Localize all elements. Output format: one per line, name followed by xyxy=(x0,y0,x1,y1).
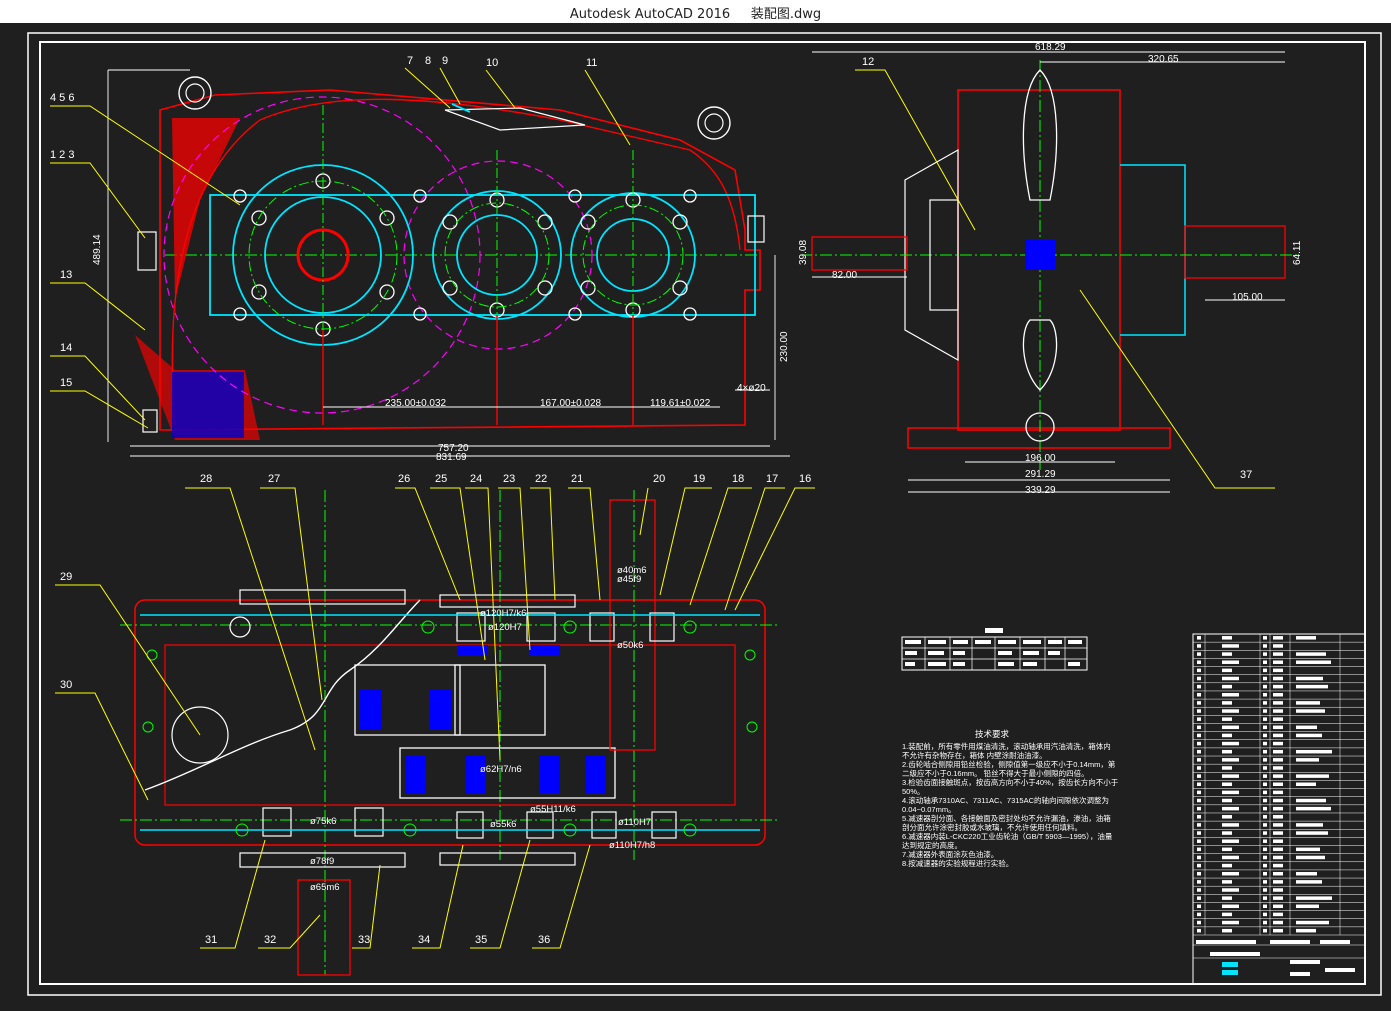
dim-base1: 196.00 xyxy=(1025,453,1056,464)
tech-req-line: 8.按减速器的实验规程进行实验。 xyxy=(902,858,1013,868)
dim-height: 489.14 xyxy=(92,234,103,265)
tech-req-line: 达到规定的高度。 xyxy=(902,840,962,850)
part-label-1-2-3: 1 2 3 xyxy=(50,149,74,161)
fit-11: ø110H7/h8 xyxy=(609,840,655,851)
part-label-30: 30 xyxy=(60,679,72,691)
fit-8: ø75k6 xyxy=(310,816,336,827)
part-label-19: 19 xyxy=(693,473,705,485)
part-label-18: 18 xyxy=(732,473,744,485)
part-label-10: 10 xyxy=(486,57,498,69)
part-label-24: 24 xyxy=(470,473,482,485)
part-label-25: 25 xyxy=(435,473,447,485)
part-label-35: 35 xyxy=(475,934,487,946)
dim-overall: 618.29 xyxy=(1035,42,1066,53)
dim-h2: 230.00 xyxy=(779,331,790,362)
part-label-36: 36 xyxy=(538,934,550,946)
part-label-11: 11 xyxy=(586,57,597,69)
dim-base2: 291.29 xyxy=(1025,469,1056,480)
part-label-14: 14 xyxy=(60,342,72,354)
tech-req-title: 技术要求 xyxy=(975,729,1010,739)
part-label-21: 21 xyxy=(571,473,583,485)
fit-9: ø55k6 xyxy=(490,819,516,830)
outer-frame xyxy=(27,32,1382,996)
dim-holes: 4×ø20 xyxy=(737,383,766,394)
cad-drawing: 489.14 230.00 235.00±0.032 167.00±0.028 … xyxy=(27,32,1382,996)
section-view: ø120H7/k6 ø120H7 ø40m6 ø45f9 ø50k6 ø62H7… xyxy=(55,473,815,976)
parameter-table xyxy=(901,628,1088,671)
part-label-7: 7 xyxy=(407,55,413,67)
part-label-8: 8 xyxy=(425,55,431,67)
part-label-20: 20 xyxy=(653,473,665,485)
dim-base3: 339.29 xyxy=(1025,485,1056,496)
part-label-34: 34 xyxy=(418,934,430,946)
tech-req-line: 剖分面允许涂密封胶或水玻璃，不允许使用任何填料。 xyxy=(902,822,1082,832)
part-label-12: 12 xyxy=(862,56,874,68)
tech-req-line: 2.齿轮啮合侧隙用铅丝检验，侧隙值第一级应不小于0.14mm，第 xyxy=(902,759,1116,769)
window-title: Autodesk AutoCAD 2016 装配图.dwg xyxy=(569,7,822,22)
tech-req-line: 5.减速器剖分面、各接触面及密封处均不允许漏油，渗油，油箱 xyxy=(902,813,1111,823)
inner-frame xyxy=(39,41,1366,985)
dim-shaft-len-left: 82.00 xyxy=(832,270,857,281)
fit-12: ø78f9 xyxy=(310,856,334,867)
part-label-31: 31 xyxy=(205,934,217,946)
fit-6: ø62H7/n6 xyxy=(480,764,522,775)
part-label-17: 17 xyxy=(766,473,778,485)
tech-req-line: 0.04~0.07mm。 xyxy=(902,805,956,814)
part-label-29: 29 xyxy=(60,571,72,583)
part-label-9: 9 xyxy=(442,55,448,67)
part-label-16: 16 xyxy=(799,473,811,485)
fit-10: ø110H7 xyxy=(618,817,651,828)
tech-req-line: 二级应不小于0.16mm。 铅丝不得大于最小侧隙的四倍。 xyxy=(902,768,1089,778)
tech-req-line: 50%。 xyxy=(902,787,925,796)
dim-shaft-dia-left: 39.08 xyxy=(798,240,809,265)
part-label-13: 13 xyxy=(60,269,72,281)
dim-w2: 831.69 xyxy=(436,452,467,463)
dim-half: 320.65 xyxy=(1148,54,1179,65)
fit-1: ø120H7/k6 xyxy=(480,608,526,619)
tech-req-line: 6.减速器内装L-CKC220工业齿轮油（GB/T 5903—1995），油量 xyxy=(902,831,1113,841)
fit-4: ø45f9 xyxy=(617,574,641,585)
dim-a1: 235.00±0.032 xyxy=(385,398,447,409)
tech-req-line: 1.装配前，所有零件用煤油清洗，滚动轴承用汽油清洗，箱体内 xyxy=(902,741,1111,751)
side-view: 618.29 320.65 39.08 82.00 64.11 105.00 1… xyxy=(798,42,1303,496)
dim-a2: 167.00±0.028 xyxy=(540,398,602,409)
tech-requirements: 技术要求 1.装配前，所有零件用煤油清洗，滚动轴承用汽油清洗，箱体内 不允许有杂… xyxy=(902,729,1119,868)
part-label-27: 27 xyxy=(268,473,280,485)
tech-req-line: 7.减速器外表面涂灰色油漆。 xyxy=(902,849,998,859)
dim-a3: 119.61±0.022 xyxy=(650,398,711,409)
part-label-32: 32 xyxy=(264,934,276,946)
drawing-canvas[interactable]: 489.14 230.00 235.00±0.032 167.00±0.028 … xyxy=(0,23,1391,1006)
part-label-37: 37 xyxy=(1240,469,1252,481)
part-label-26: 26 xyxy=(398,473,410,485)
part-label-23: 23 xyxy=(503,473,515,485)
dim-shaft-dia-right: 64.11 xyxy=(1292,240,1303,265)
fit-5: ø50k6 xyxy=(617,640,643,651)
tech-req-line: 不允许有杂物存在，箱体 内壁涂耐油油漆。 xyxy=(902,750,1047,760)
bom-table xyxy=(1192,633,1366,985)
part-label-28: 28 xyxy=(200,473,212,485)
part-label-4-5-6: 4 5 6 xyxy=(50,92,74,104)
part-label-22: 22 xyxy=(535,473,547,485)
fit-13: ø65m6 xyxy=(310,882,340,893)
title-bar: Autodesk AutoCAD 2016 装配图.dwg xyxy=(0,0,1391,24)
tech-req-line: 3.检验齿面接触斑点，按齿高方向不小于40%，按齿长方向不小于 xyxy=(902,777,1119,787)
part-label-15: 15 xyxy=(60,377,72,389)
dim-shaft-len-right: 105.00 xyxy=(1232,292,1263,303)
tech-req-line: 4.滚动轴承7310AC、7311AC、7315AC的轴向间隙依次调整为 xyxy=(902,795,1109,805)
part-label-33: 33 xyxy=(358,934,370,946)
fit-2: ø120H7 xyxy=(488,622,522,633)
fit-7: ø55H11/k6 xyxy=(530,804,576,815)
